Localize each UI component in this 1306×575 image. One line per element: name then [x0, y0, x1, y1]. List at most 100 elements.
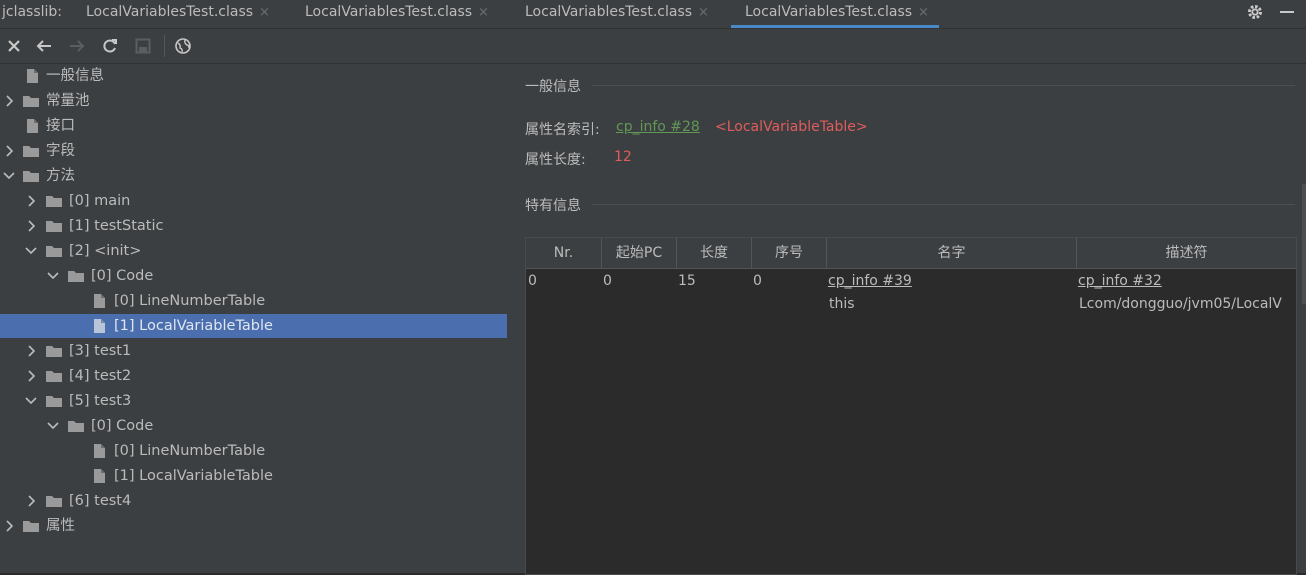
tab-localvariablestest-2[interactable]: LocalVariablesTest.class ×	[305, 0, 489, 28]
tree-item-label: [0] Code	[91, 418, 154, 434]
tree-item-label: 字段	[46, 143, 75, 159]
chevron-down-icon[interactable]	[25, 394, 37, 408]
tab-localvariablestest-1[interactable]: LocalVariablesTest.class ×	[86, 0, 270, 28]
attr-name-index-link[interactable]: cp_info #28	[616, 119, 700, 135]
close-icon[interactable]: ×	[259, 5, 270, 20]
file-icon	[94, 444, 105, 458]
folder-icon	[68, 421, 84, 432]
tree-item-label: 属性	[46, 518, 75, 534]
folder-icon	[68, 271, 84, 282]
tree-item-label: 常量池	[46, 93, 90, 109]
tree-item-label: [1] testStatic	[69, 218, 164, 234]
cell-start-pc: 0	[603, 273, 612, 289]
close-icon[interactable]: ×	[698, 5, 709, 20]
chevron-right-icon[interactable]	[3, 94, 15, 108]
tree-item-label: [4] test2	[69, 368, 132, 384]
chevron-down-icon[interactable]	[47, 419, 59, 433]
cell-descriptor-link[interactable]: cp_info #32	[1078, 273, 1162, 289]
chevron-down-icon[interactable]	[47, 269, 59, 283]
tree-item-label: 接口	[46, 118, 75, 134]
local-variable-table: Nr. 起始PC 长度 序号 名字 描述符 0 0 15 0 cp_info #…	[525, 237, 1297, 575]
cell-name-link[interactable]: cp_info #39	[828, 273, 912, 289]
cell-descriptor-value: Lcom/dongguo/jvm05/LocalV	[1079, 296, 1282, 312]
toolbar-separator	[164, 35, 165, 57]
tab-label: LocalVariablesTest.class	[86, 4, 254, 20]
save-icon[interactable]	[134, 37, 152, 55]
close-icon[interactable]: ×	[478, 5, 489, 20]
globe-icon[interactable]	[174, 37, 192, 55]
column-header-index[interactable]: 序号	[752, 238, 827, 269]
attr-name-index-label: 属性名索引:	[525, 122, 600, 138]
tree-item-label: 一般信息	[46, 68, 104, 84]
column-header-name[interactable]: 名字	[827, 238, 1077, 269]
folder-icon	[46, 196, 62, 207]
toolbar	[0, 29, 1306, 64]
close-icon[interactable]: ×	[918, 5, 929, 20]
minus-icon[interactable]	[1279, 3, 1295, 21]
chevron-right-icon[interactable]	[25, 344, 37, 358]
cell-index: 0	[753, 273, 762, 289]
folder-icon	[46, 496, 62, 507]
file-icon	[27, 69, 38, 83]
tree-item-label: [0] Code	[91, 268, 154, 284]
column-header-length[interactable]: 长度	[677, 238, 752, 269]
tree-item-label: [6] test4	[69, 493, 132, 509]
attr-name-value: <LocalVariableTable>	[715, 119, 868, 135]
folder-icon	[46, 371, 62, 382]
tree-item-label: [5] test3	[69, 393, 132, 409]
folder-icon	[46, 346, 62, 357]
cell-length: 15	[678, 273, 696, 289]
attr-length-label: 属性长度:	[525, 152, 586, 168]
tree-item-label: [0] LineNumberTable	[114, 443, 266, 459]
cell-nr: 0	[528, 273, 537, 289]
tree-item-label: [1] LocalVariableTable	[114, 318, 273, 334]
close-icon[interactable]	[5, 37, 23, 55]
tab-label: LocalVariablesTest.class	[305, 4, 473, 20]
section-title-specific: 特有信息	[525, 198, 581, 214]
structure-tree-panel: 一般信息 常量池 接口 字段 方法 [0] main [1] testStati…	[0, 64, 508, 573]
tab-label: LocalVariablesTest.class	[745, 4, 913, 20]
folder-icon	[23, 96, 39, 107]
file-icon	[27, 119, 38, 133]
chevron-right-icon[interactable]	[3, 144, 15, 158]
tool-window-label: jclasslib:	[2, 4, 63, 20]
file-icon	[94, 294, 105, 308]
column-header-nr[interactable]: Nr.	[526, 238, 602, 269]
cell-name-value: this	[829, 296, 855, 312]
tree-item-label: [0] main	[69, 193, 131, 209]
tab-label: LocalVariablesTest.class	[525, 4, 693, 20]
arrow-left-icon[interactable]	[35, 37, 53, 55]
chevron-right-icon[interactable]	[25, 194, 37, 208]
chevron-right-icon[interactable]	[25, 494, 37, 508]
tree-item-label: [1] LocalVariableTable	[114, 468, 273, 484]
tree-item-label: 方法	[46, 168, 75, 184]
tree-item-label: [2] <init>	[69, 243, 142, 259]
gear-icon[interactable]	[1246, 3, 1264, 21]
chevron-right-icon[interactable]	[25, 219, 37, 233]
chevron-right-icon[interactable]	[3, 519, 15, 533]
chevron-down-icon[interactable]	[25, 244, 37, 258]
folder-icon	[23, 171, 39, 182]
column-header-start-pc[interactable]: 起始PC	[602, 238, 677, 269]
tab-localvariablestest-3[interactable]: LocalVariablesTest.class ×	[525, 0, 709, 28]
chevron-down-icon[interactable]	[3, 169, 15, 183]
divider	[592, 204, 1295, 205]
section-title-general: 一般信息	[525, 79, 581, 95]
chevron-right-icon[interactable]	[25, 369, 37, 383]
vertical-scrollbar[interactable]	[1302, 184, 1306, 304]
detail-panel: 一般信息 属性名索引: cp_info #28 <LocalVariableTa…	[508, 64, 1306, 575]
tree-item-label: [3] test1	[69, 343, 132, 359]
arrow-right-icon[interactable]	[68, 37, 86, 55]
folder-icon	[23, 146, 39, 157]
file-icon	[94, 319, 105, 333]
refresh-icon[interactable]	[101, 37, 119, 55]
editor-tab-bar: jclasslib: LocalVariablesTest.class × Loc…	[0, 0, 1306, 29]
tree-item-label: [0] LineNumberTable	[114, 293, 266, 309]
tab-localvariablestest-active[interactable]: LocalVariablesTest.class ×	[731, 0, 939, 28]
attr-length-value: 12	[614, 149, 632, 165]
divider	[592, 85, 1295, 86]
column-header-descriptor[interactable]: 描述符	[1077, 238, 1296, 269]
folder-icon	[23, 521, 39, 532]
folder-icon	[46, 246, 62, 257]
folder-icon	[46, 396, 62, 407]
